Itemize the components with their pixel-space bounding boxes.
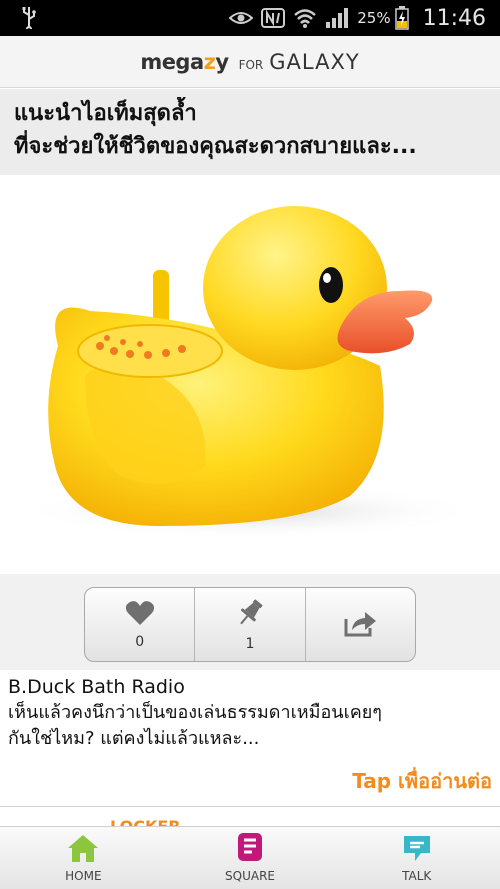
usb-icon — [22, 5, 36, 33]
article-title: แนะนำไอเท็มสุดล้ำ ที่จะช่วยให้ชีวิตของคุ… — [0, 89, 500, 175]
nav-home[interactable]: HOME — [0, 827, 167, 889]
article-description: B.Duck Bath Radio เห็นแล้วคงนึกว่าเป็นขอ… — [0, 670, 500, 805]
product-name: B.Duck Bath Radio — [8, 676, 185, 698]
wifi-icon — [293, 7, 317, 29]
title-line-1: แนะนำไอเท็มสุดล้ำ — [14, 101, 197, 126]
next-section-peek: LOCKER — [0, 806, 500, 826]
app-header: megazy FOR GALAXY — [0, 36, 500, 88]
bottom-nav: HOME SQUARE TALK — [0, 826, 500, 889]
nav-square-label: SQUARE — [225, 869, 275, 883]
signal-icon — [325, 7, 349, 29]
share-button[interactable] — [306, 588, 415, 661]
nav-talk[interactable]: TALK — [333, 827, 500, 889]
nav-talk-label: TALK — [402, 869, 432, 883]
pin-icon — [234, 598, 266, 632]
share-icon — [343, 609, 377, 641]
like-count: 0 — [135, 633, 145, 650]
brand-mega: megazy — [140, 49, 229, 74]
title-line-2: ที่จะช่วยให้ชีวิตของคุณสะดวกสบายและ... — [14, 134, 417, 159]
clock: 11:46 — [422, 5, 486, 31]
home-icon — [66, 833, 100, 867]
talk-icon — [401, 833, 433, 867]
megazy-logo: megazy FOR GALAXY — [140, 50, 359, 74]
nav-square[interactable]: SQUARE — [167, 827, 334, 889]
read-more-link[interactable]: Tap เพื่ออ่านต่อ — [352, 765, 492, 797]
battery-charging-icon — [394, 6, 409, 30]
desc-line-1: เห็นแล้วคงนึกว่าเป็นของเล่นธรรมดาเหมือนเ… — [8, 702, 382, 723]
desc-line-2: กันใช่ไหม? แต่คงไม่แล้วแหละ... — [8, 728, 260, 749]
square-icon — [236, 831, 264, 867]
action-buttons: 0 1 — [84, 587, 416, 662]
nfc-icon — [261, 8, 286, 28]
brand-galaxy: GALAXY — [269, 49, 360, 74]
duck-eye — [319, 267, 343, 303]
heart-icon — [125, 600, 155, 630]
nav-home-label: HOME — [65, 869, 102, 883]
next-section-label: LOCKER — [110, 817, 181, 826]
status-bar: 25% 11:46 — [0, 0, 500, 36]
brand-for: FOR — [238, 57, 264, 72]
like-button[interactable]: 0 — [85, 588, 196, 661]
pin-button[interactable]: 1 — [195, 588, 306, 661]
battery-percent: 25% — [357, 9, 391, 27]
speaker-top — [77, 324, 223, 378]
eye-icon — [229, 10, 254, 26]
pin-count: 1 — [245, 635, 255, 652]
product-image[interactable] — [0, 176, 500, 574]
action-bar: 0 1 — [0, 574, 500, 670]
